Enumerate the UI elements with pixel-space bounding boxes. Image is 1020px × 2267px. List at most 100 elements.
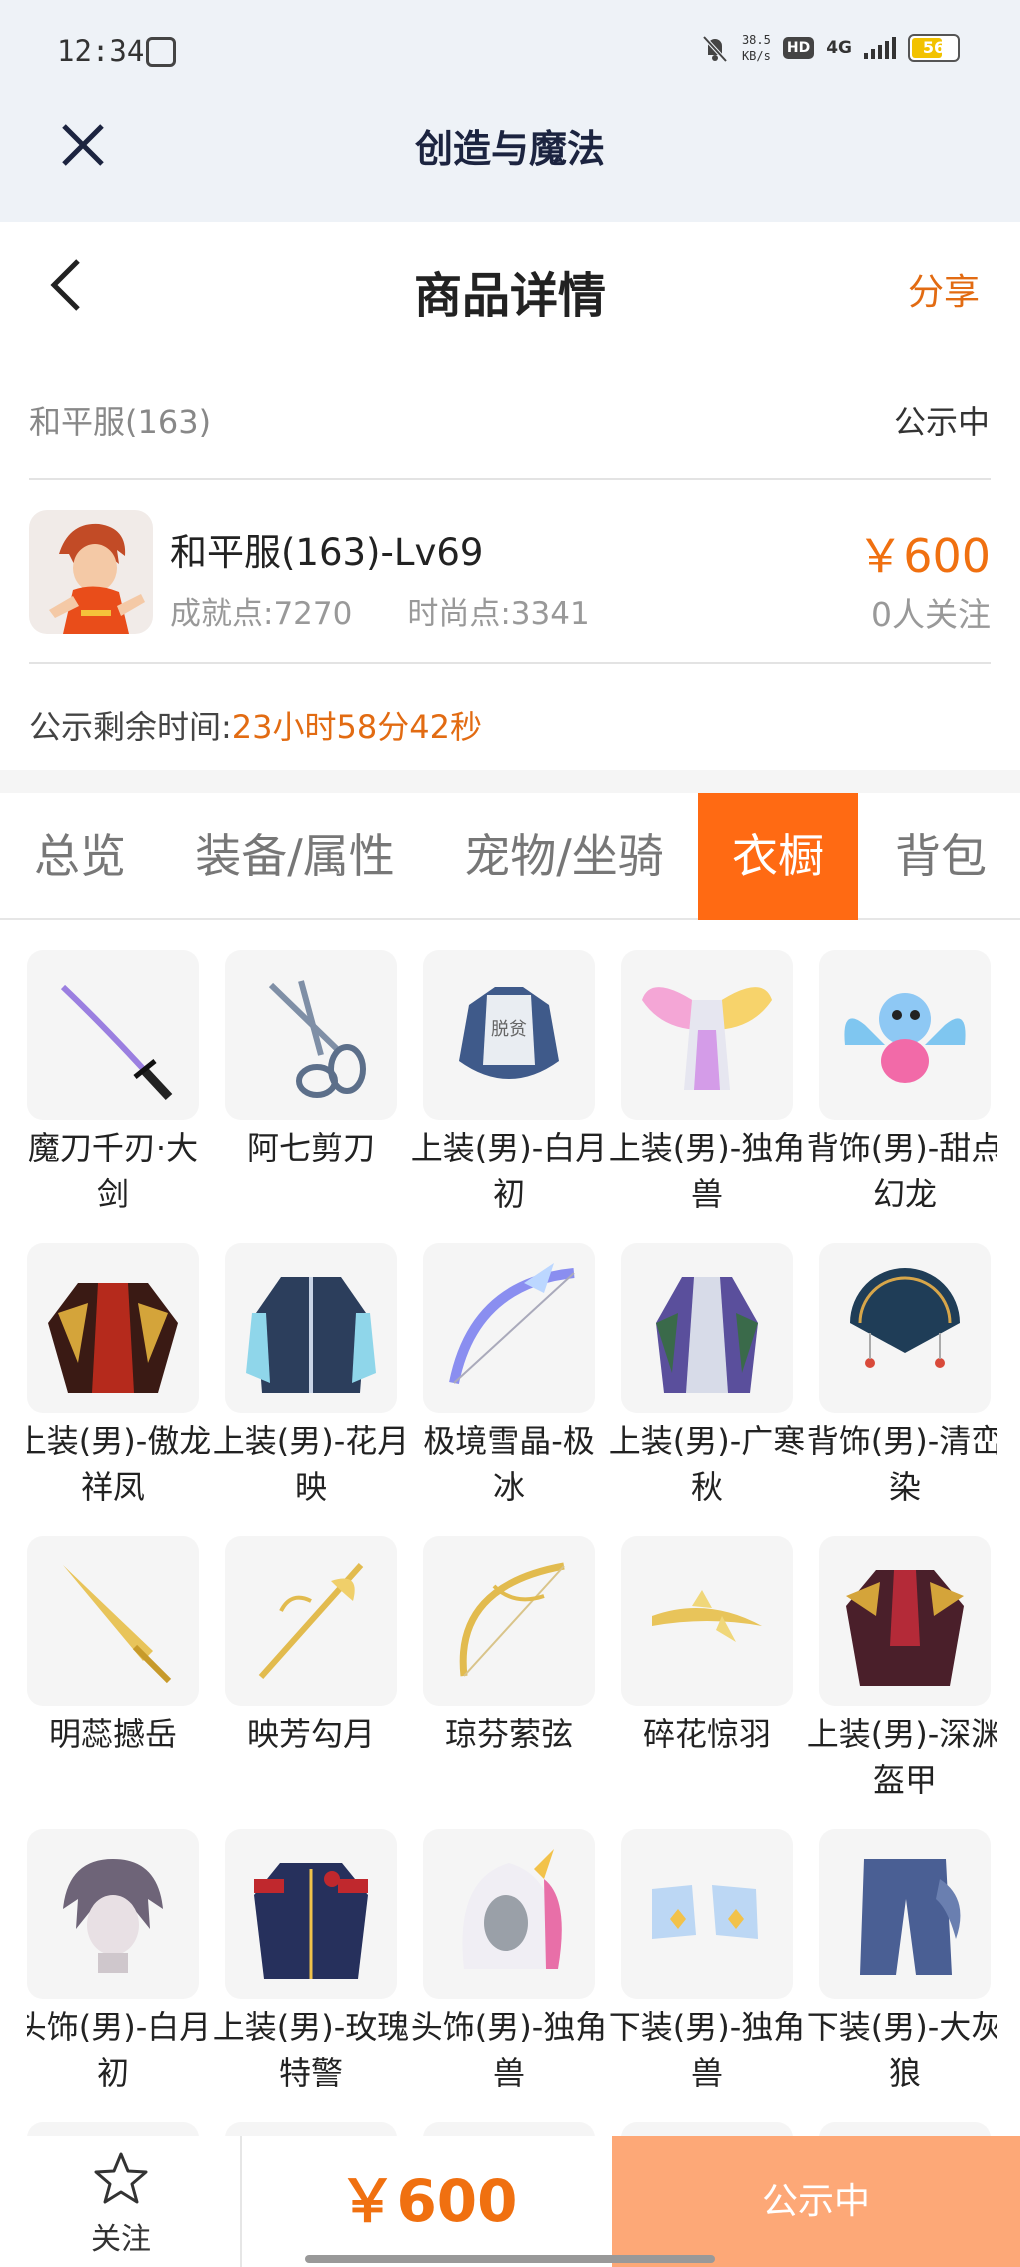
item-name: 明蕊撼岳: [48, 1715, 177, 1753]
item-name: 琼芬萦弦: [444, 1715, 573, 1753]
unicorn-hood-icon: [462, 1849, 562, 1969]
svg-text:脱贫: 脱贫: [491, 1019, 527, 1040]
role-stats: 成就点:7270 时尚点:3341: [170, 588, 590, 633]
tab-pets[interactable]: 宠物/坐骑: [430, 793, 698, 920]
wardrobe-item[interactable]: 下装(男)-大灰狼: [807, 1829, 997, 2096]
net-speed-value: 38.5: [741, 33, 771, 47]
wardrobe-item[interactable]: 上装(男)-玫瑰特警: [213, 1829, 409, 2096]
item-name: 极境雪晶-极冰: [423, 1422, 595, 1506]
item-name: 碎花惊羽: [642, 1715, 771, 1753]
golden-sword-icon: [63, 1565, 172, 1684]
katana-icon: [60, 984, 173, 1101]
wardrobe-item[interactable]: 明蕊撼岳: [27, 1536, 199, 1757]
item-name: 上装(男)-玫瑰特警: [212, 2008, 410, 2092]
star-icon: [94, 2152, 148, 2204]
scissors-icon: [268, 980, 366, 1098]
wardrobe-item[interactable]: 上装(男)-花月映: [213, 1243, 409, 1510]
wardrobe-item[interactable]: 上装(男)-广寒秋: [609, 1243, 805, 1510]
role-name: 和平服(163)-Lv69: [170, 531, 484, 574]
item-name: 头饰(男)-白月初: [27, 2008, 212, 2092]
pants-icon: [860, 1859, 961, 1975]
uniform-icon: [254, 1863, 368, 1979]
fashion-points: 时尚点:3341: [407, 596, 590, 632]
network-type: 4G: [826, 38, 852, 58]
wardrobe-item[interactable]: 魔刀千刃·大剑: [27, 950, 199, 1217]
wardrobe-item[interactable]: 脱贫 上装(男)-白月初: [411, 950, 607, 1217]
tab-equipment[interactable]: 装备/属性: [160, 793, 430, 920]
section-gap: [0, 770, 1020, 793]
top-garment-icon: 脱贫: [459, 987, 559, 1079]
home-indicator: [305, 2255, 715, 2263]
wardrobe-item[interactable]: 琼芬萦弦: [423, 1536, 595, 1757]
remaining-label: 公示剩余时间:: [29, 708, 232, 746]
page-title: 商品详情: [413, 268, 606, 324]
wardrobe-item[interactable]: 碎花惊羽: [621, 1536, 793, 1757]
follow-label: 关注: [91, 2222, 151, 2257]
status-time: 12:34: [57, 34, 145, 68]
character-portrait-icon: [49, 523, 145, 634]
remaining-time: 公示剩余时间:23小时58分42秒: [29, 702, 482, 748]
baby-dragon-icon: [844, 993, 966, 1083]
ice-bow-icon: [449, 1263, 575, 1384]
tab-wardrobe[interactable]: 衣橱: [698, 793, 858, 920]
app-title: 创造与魔法: [414, 126, 605, 171]
listing-status: 公示中: [893, 403, 990, 441]
item-name: 上装(男)-傲龙祥凤: [27, 1422, 212, 1506]
follow-button[interactable]: 关注: [0, 2136, 242, 2267]
item-name: 上装(男)-白月初: [410, 1129, 608, 1213]
item-name: 上装(男)-独角兽: [608, 1129, 806, 1213]
golden-bow-icon: [459, 1562, 565, 1677]
item-name: 背饰(男)-清峦染: [806, 1422, 997, 1506]
dragon-robe-icon: [48, 1283, 178, 1393]
golden-staff-icon: [258, 1563, 364, 1679]
mute-bell-icon: [702, 35, 728, 63]
divider: [29, 478, 991, 480]
achievement-points: 成就点:7270: [170, 596, 353, 632]
item-name: 下装(男)-独角兽: [608, 2008, 806, 2092]
share-button[interactable]: 分享: [908, 263, 980, 315]
follower-count: 0人关注: [871, 595, 991, 634]
wardrobe-item[interactable]: 背饰(男)-甜点幻龙: [807, 950, 997, 1217]
net-speed-unit: KB/s: [741, 49, 771, 63]
winged-top-icon: [642, 987, 772, 1090]
coat-icon: [246, 1277, 376, 1393]
status-bar: 12:34 38.5 KB/s HD 4G 56: [0, 0, 1020, 110]
wardrobe-item[interactable]: 阿七剪刀: [225, 950, 397, 1171]
divider: [29, 662, 991, 664]
hair-icon: [63, 1859, 163, 1973]
item-name: 映芳勾月: [246, 1715, 375, 1753]
golden-blade-icon: [652, 1590, 762, 1642]
battery-icon: 56: [908, 34, 960, 62]
wardrobe-item[interactable]: 背饰(男)-清峦染: [807, 1243, 997, 1510]
tab-overview[interactable]: 总览: [0, 793, 160, 920]
battery-level: 56: [922, 38, 946, 57]
role-avatar: [29, 510, 153, 634]
fan-icon: [850, 1268, 960, 1368]
server-name: 和平服(163): [29, 403, 212, 441]
item-name: 上装(男)-广寒秋: [608, 1422, 806, 1506]
boots-icon: [652, 1885, 758, 1939]
wardrobe-item[interactable]: 上装(男)-傲龙祥凤: [27, 1243, 211, 1510]
notification-icon: [146, 37, 176, 67]
item-name: 下装(男)-大灰狼: [806, 2008, 997, 2092]
wardrobe-item[interactable]: 上装(男)-深渊盔甲: [807, 1536, 997, 1803]
wardrobe-item[interactable]: 下装(男)-独角兽: [609, 1829, 805, 2096]
net-speed: 38.5 KB/s: [742, 32, 771, 64]
wardrobe-item[interactable]: 映芳勾月: [225, 1536, 397, 1757]
item-name: 上装(男)-深渊盔甲: [806, 1715, 997, 1799]
wardrobe-item[interactable]: 头饰(男)-独角兽: [411, 1829, 607, 2096]
wardrobe-item[interactable]: 极境雪晶-极冰: [423, 1243, 595, 1510]
publicity-button[interactable]: 公示中: [612, 2136, 1020, 2267]
wardrobe-grid: 魔刀千刃·大剑 阿七剪刀 脱贫 上装(男)-白月初 上装(男)-独角兽 背饰(男…: [27, 950, 997, 2140]
item-name: 阿七剪刀: [246, 1129, 375, 1167]
armor-icon: [846, 1570, 964, 1686]
bottom-bar: 关注 ￥600 公示中: [0, 2136, 1020, 2267]
wardrobe-item[interactable]: 头饰(男)-白月初: [27, 1829, 211, 2096]
robe-icon: [656, 1277, 758, 1393]
wardrobe-item[interactable]: 上装(男)-独角兽: [609, 950, 805, 1217]
signal-bars-icon: [864, 37, 896, 59]
bottom-price: ￥600: [338, 2167, 518, 2235]
item-name: 魔刀千刃·大剑: [27, 1129, 199, 1213]
item-name: 上装(男)-花月映: [212, 1422, 410, 1506]
tab-backpack[interactable]: 背包: [862, 793, 1020, 920]
